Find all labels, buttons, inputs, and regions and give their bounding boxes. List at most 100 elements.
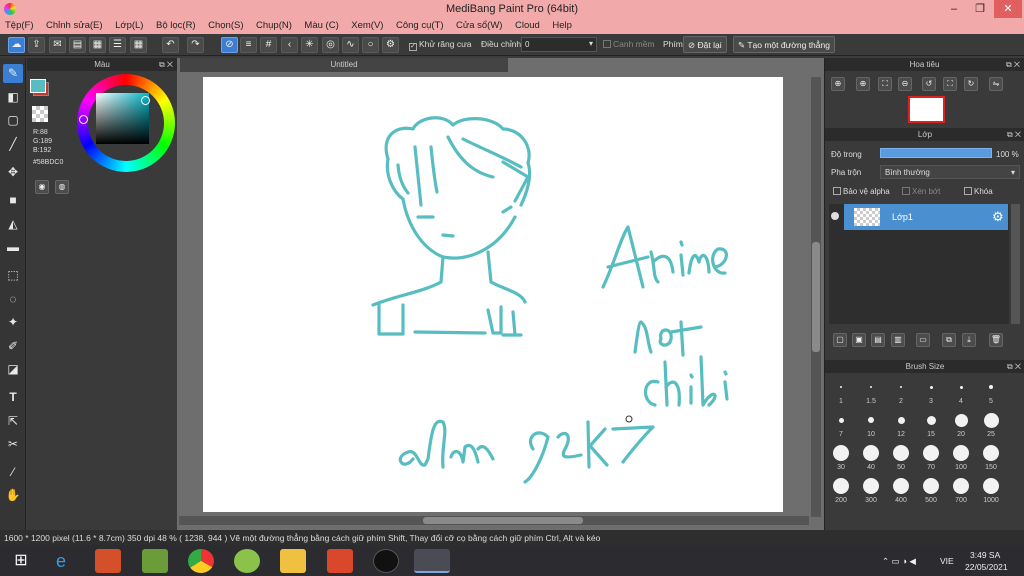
zoom-in-icon[interactable]: ⊕ xyxy=(831,77,845,91)
brush-size-dot[interactable] xyxy=(983,478,999,494)
menu-edit[interactable]: Chỉnh sửa(E) xyxy=(41,18,108,33)
powerpoint-icon[interactable] xyxy=(327,549,353,573)
brush-size-dot[interactable] xyxy=(923,445,939,461)
zoom-in-2-icon[interactable]: ⊕ xyxy=(856,77,870,91)
document-icon[interactable]: ▦ xyxy=(89,37,106,53)
eyedropper-icon[interactable]: ⁄ xyxy=(3,463,23,482)
brush-size-dot[interactable] xyxy=(897,416,905,424)
close-button[interactable]: ✕ xyxy=(994,0,1022,18)
foreground-color-swatch[interactable] xyxy=(30,79,46,93)
brush-size-dot[interactable] xyxy=(838,417,844,423)
rect-fill-icon[interactable]: ■ xyxy=(3,191,23,210)
blur-tool-icon[interactable]: ╱ xyxy=(3,135,23,154)
settings-icon[interactable]: ⚙ xyxy=(382,37,399,53)
rotate-left-icon[interactable]: ↺ xyxy=(922,77,936,91)
brush-size-dot[interactable] xyxy=(870,386,872,388)
brush-size-dot[interactable] xyxy=(983,412,999,428)
brush-size-dot[interactable] xyxy=(840,386,842,388)
cross-snap-icon[interactable]: # xyxy=(260,37,277,53)
lasso-tool-icon[interactable]: ◌ xyxy=(3,290,23,309)
saturation-square[interactable] xyxy=(96,93,150,144)
gradient-tool-icon[interactable]: ▬ xyxy=(3,238,23,257)
add-layer-menu-icon[interactable]: ▥ xyxy=(891,333,905,347)
snap-off-icon[interactable]: ⊘ xyxy=(221,37,238,53)
menu-cloud[interactable]: Cloud xyxy=(510,18,545,33)
brush-tool-icon[interactable]: ✎ xyxy=(3,64,23,83)
undo-icon[interactable]: ↶ xyxy=(162,37,179,53)
brush-size-dot[interactable] xyxy=(953,478,969,494)
vertical-scroll-thumb[interactable] xyxy=(812,242,820,352)
palette-add-icon[interactable]: ◍ xyxy=(55,180,69,194)
navigator-close-icon[interactable]: ⧉ ✕ xyxy=(1006,58,1020,71)
straight-line-button[interactable]: ✎ Tạo một đường thẳng xyxy=(733,36,835,53)
clipping-checkbox[interactable]: Xén bớt xyxy=(902,187,940,196)
select-eraser-icon[interactable]: ◪ xyxy=(3,360,23,379)
fit-window-icon[interactable]: ⛶ xyxy=(943,77,957,91)
app-icon-1[interactable] xyxy=(95,549,121,573)
edge-checkbox[interactable]: Canh mềm xyxy=(603,39,655,49)
medibang-taskbar-icon[interactable] xyxy=(414,549,450,573)
comment-icon[interactable]: ✉ xyxy=(49,37,66,53)
brush-size-dot[interactable] xyxy=(863,478,879,494)
brush-size-dot[interactable] xyxy=(923,478,939,494)
chat-icon[interactable]: ▤ xyxy=(69,37,86,53)
menu-snap[interactable]: Chụp(N) xyxy=(251,18,297,33)
eraser-tool-icon[interactable]: ◧ xyxy=(3,88,23,107)
new-layer-icon[interactable]: ▢ xyxy=(833,333,847,347)
operation-tool-icon[interactable]: ⇱ xyxy=(3,412,23,431)
redo-icon[interactable]: ↷ xyxy=(187,37,204,53)
chrome-icon[interactable] xyxy=(188,549,214,573)
edge-browser-icon[interactable]: e xyxy=(48,549,74,573)
menu-filter[interactable]: Bộ lọc(R) xyxy=(151,18,201,33)
divide-tool-icon[interactable]: ✂ xyxy=(3,435,23,454)
layer-scrollbar[interactable] xyxy=(1011,204,1020,324)
layer-close-icon[interactable]: ⧉ ✕ xyxy=(1007,128,1021,141)
curve-snap-icon[interactable]: ∿ xyxy=(342,37,359,53)
menu-help[interactable]: Help xyxy=(547,18,577,33)
menu-select[interactable]: Chọn(S) xyxy=(203,18,248,33)
rotate-right-icon[interactable]: ↻ xyxy=(964,77,978,91)
menu-view[interactable]: Xem(V) xyxy=(346,18,388,33)
app-icon-2[interactable] xyxy=(234,549,260,573)
hue-cursor[interactable] xyxy=(79,115,88,124)
menu-window[interactable]: Cửa sổ(W) xyxy=(451,18,507,33)
vertical-scrollbar[interactable] xyxy=(811,77,821,517)
trash-icon[interactable]: 🗑 xyxy=(989,333,1003,347)
text-tool-icon[interactable]: T xyxy=(3,388,23,407)
palette-icon[interactable]: ◉ xyxy=(35,180,49,194)
windows-start-icon[interactable]: ⊞ xyxy=(8,549,34,573)
brush-size-dot[interactable] xyxy=(868,417,874,423)
move-tool-icon[interactable]: ✥ xyxy=(3,163,23,182)
navigator-thumbnail[interactable] xyxy=(908,96,945,123)
merge-layer-icon[interactable]: ⤓ xyxy=(962,333,976,347)
bluestacks-icon[interactable] xyxy=(142,549,168,573)
upload-icon[interactable]: ⇪ xyxy=(28,37,45,53)
duplicate-layer-icon[interactable]: ⧉ xyxy=(942,333,956,347)
reset-button[interactable]: ⊘ Đặt lại xyxy=(683,36,727,53)
magic-wand-icon[interactable]: ✦ xyxy=(3,313,23,332)
clock-date[interactable]: 22/05/2021 xyxy=(965,562,1008,572)
eye-icon[interactable] xyxy=(831,212,839,220)
folder-icon[interactable]: ▭ xyxy=(916,333,930,347)
brush-size-dot[interactable] xyxy=(833,445,849,461)
minimize-button[interactable]: – xyxy=(940,0,968,18)
new-8bit-layer-icon[interactable]: ▤ xyxy=(871,333,885,347)
canvas[interactable] xyxy=(203,77,783,512)
opacity-slider[interactable] xyxy=(880,148,992,158)
gear-icon[interactable]: ⚙ xyxy=(992,209,1004,225)
menu-layer[interactable]: Lớp(L) xyxy=(110,18,148,33)
brush-size-dot[interactable] xyxy=(953,445,969,461)
tray-icons[interactable]: ⌃ ▭ ◑ ◀ xyxy=(882,556,916,567)
bucket-tool-icon[interactable]: ◭ xyxy=(3,215,23,234)
brush-size-dot[interactable] xyxy=(929,385,933,389)
saturation-cursor[interactable] xyxy=(141,96,150,105)
radial-snap-icon[interactable]: ✳ xyxy=(301,37,318,53)
layer-item[interactable]: Lớp1 ⚙ xyxy=(844,204,1008,230)
brush-size-dot[interactable] xyxy=(833,478,849,494)
grid-icon[interactable]: ▦ xyxy=(130,37,147,53)
cloud-icon[interactable]: ☁ xyxy=(8,37,25,53)
brush-size-close-icon[interactable]: ⧉ ✕ xyxy=(1007,360,1021,373)
new-halftone-layer-icon[interactable]: ▣ xyxy=(852,333,866,347)
file-explorer-icon[interactable] xyxy=(280,549,306,573)
brush-size-dot[interactable] xyxy=(983,445,999,461)
